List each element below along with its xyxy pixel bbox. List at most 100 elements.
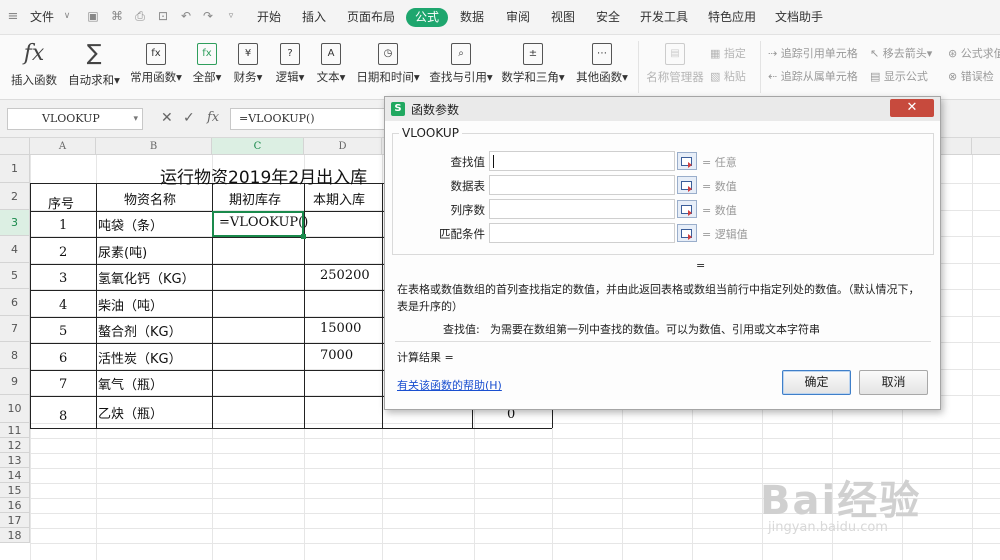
row-header-18[interactable]: 18 [0,528,30,543]
range-select-icon[interactable] [677,200,697,218]
row-header-5[interactable]: 5 [0,263,30,289]
row-header-11[interactable]: 11 [0,423,30,438]
tab-doc-assistant[interactable]: 文档助手 [775,9,823,26]
tab-home[interactable]: 开始 [257,9,281,26]
cancel-button[interactable]: 取消 [859,370,928,395]
cell-d-7[interactable]: 15000 [320,321,361,336]
math-button[interactable]: ± 数学和三角▾ [500,40,566,85]
row-header-16[interactable]: 16 [0,498,30,513]
range-select-icon[interactable] [677,152,697,170]
common-functions-button[interactable]: fx 常用函数▾ [128,40,184,85]
column-header-d[interactable]: D [304,138,382,155]
column-header-a[interactable]: A [30,138,96,155]
column-header-m[interactable]: M [972,138,1000,155]
row-header-9[interactable]: 9 [0,369,30,395]
arg-input-1[interactable] [489,151,675,171]
arg-input-2[interactable] [489,175,675,195]
tab-data[interactable]: 数据 [460,9,484,26]
row-header-13[interactable]: 13 [0,453,30,468]
tab-special[interactable]: 特色应用 [708,9,756,26]
datetime-button[interactable]: ◷ 日期和时间▾ [354,40,422,85]
tab-insert[interactable]: 插入 [302,9,326,26]
row-header-10[interactable]: 10 [0,395,30,423]
cell-a-7[interactable]: 5 [59,324,67,339]
cell-b-9[interactable]: 氧气（瓶） [98,374,163,393]
trace-dependents-button[interactable]: ⇠ 追踪从属单元格 [768,68,858,84]
row-header-2[interactable]: 2 [0,183,30,210]
cell-a-4[interactable]: 2 [59,245,67,260]
arg-input-3[interactable] [489,199,675,219]
cancel-icon[interactable]: ✕ [161,108,173,128]
chevron-down-icon[interactable]: ∨ [60,9,74,23]
remove-arrows-button[interactable]: ↖ 移去箭头▾ [870,45,932,61]
range-select-icon[interactable] [677,176,697,194]
print-preview-icon[interactable]: ⊡ [156,9,170,23]
close-button[interactable]: ✕ [890,99,934,117]
define-name-button[interactable]: ▦ 指定 [710,45,746,61]
tab-page-layout[interactable]: 页面布局 [347,9,395,26]
row-header-15[interactable]: 15 [0,483,30,498]
header-cell-d[interactable]: 本期入库 [313,189,365,208]
arg-input-4[interactable] [489,223,675,243]
tab-developer[interactable]: 开发工具 [640,9,688,26]
all-functions-button[interactable]: fx 全部▾ [190,40,224,85]
cell-b-6[interactable]: 柴油（吨） [98,295,163,314]
row-header-8[interactable]: 8 [0,342,30,369]
row-header-6[interactable]: 6 [0,289,30,316]
menu-icon[interactable]: ≡ [6,10,20,24]
cell-b-4[interactable]: 尿素(吨) [98,242,147,261]
insert-function-button[interactable]: fx 插入函数 [8,40,60,88]
row-header-17[interactable]: 17 [0,513,30,528]
save-icon[interactable]: ▣ [86,9,100,23]
paste-name-button[interactable]: ▧ 粘贴 [710,68,746,84]
row-header-14[interactable]: 14 [0,468,30,483]
redo-icon[interactable]: ↷ [201,9,215,23]
fill-handle[interactable] [301,234,306,239]
header-cell-b[interactable]: 物资名称 [124,189,176,208]
cell-b-5[interactable]: 氢氧化钙（KG） [98,268,195,287]
insert-function-icon[interactable]: fx [207,108,219,128]
format-painter-icon[interactable]: ⌘ [110,9,124,23]
chevron-down-icon[interactable]: ▾ [133,109,138,129]
file-menu[interactable]: 文件 [30,9,54,26]
confirm-icon[interactable]: ✓ [183,108,195,128]
cell-b-8[interactable]: 活性炭（KG） [98,348,182,367]
tab-review[interactable]: 审阅 [506,9,530,26]
cell-d-5[interactable]: 250200 [320,268,370,283]
range-select-icon[interactable] [677,224,697,242]
row-header-12[interactable]: 12 [0,438,30,453]
cell-a-8[interactable]: 6 [59,351,67,366]
show-formulas-button[interactable]: ▤ 显示公式 [870,68,928,84]
function-help-link[interactable]: 有关该函数的帮助(H) [397,377,502,393]
active-cell-C3[interactable] [212,211,306,239]
tab-security[interactable]: 安全 [596,9,620,26]
name-box[interactable]: VLOOKUP ▾ [7,108,143,130]
cell-b-7[interactable]: 螯合剂（KG） [98,321,182,340]
tab-formulas[interactable]: 公式 [406,8,449,27]
select-all-corner[interactable] [0,138,30,155]
customize-icon[interactable]: ▿ [224,9,238,23]
cell-a-10[interactable]: 8 [59,409,67,424]
undo-icon[interactable]: ↶ [179,9,193,23]
lookup-button[interactable]: ⌕ 查找与引用▾ [428,40,494,85]
other-functions-button[interactable]: ⋯ 其他函数▾ [574,40,630,85]
cell-b-10[interactable]: 乙炔（瓶） [98,403,163,422]
column-header-b[interactable]: B [96,138,212,155]
text-button[interactable]: A 文本▾ [313,40,349,85]
autosum-button[interactable]: ∑ 自动求和▾ [66,40,122,88]
column-header-c[interactable]: C [212,138,304,155]
cell-d-8[interactable]: 7000 [320,348,353,363]
ok-button[interactable]: 确定 [782,370,851,395]
row-header-7[interactable]: 7 [0,316,30,342]
formula-input[interactable]: =VLOOKUP() [230,108,400,130]
cell-a-3[interactable]: 1 [59,218,67,233]
formula-evaluate-button[interactable]: ⊛ 公式求值 [948,45,1000,61]
finance-button[interactable]: ¥ 财务▾ [230,40,266,85]
header-cell-c[interactable]: 期初库存 [229,189,281,208]
trace-precedents-button[interactable]: ⇢ 追踪引用单元格 [768,45,858,61]
cell-a-5[interactable]: 3 [59,271,67,286]
logic-button[interactable]: ? 逻辑▾ [272,40,308,85]
print-icon[interactable]: ⎙ [133,9,147,23]
row-header-4[interactable]: 4 [0,236,30,263]
row-header-1[interactable]: 1 [0,155,30,183]
